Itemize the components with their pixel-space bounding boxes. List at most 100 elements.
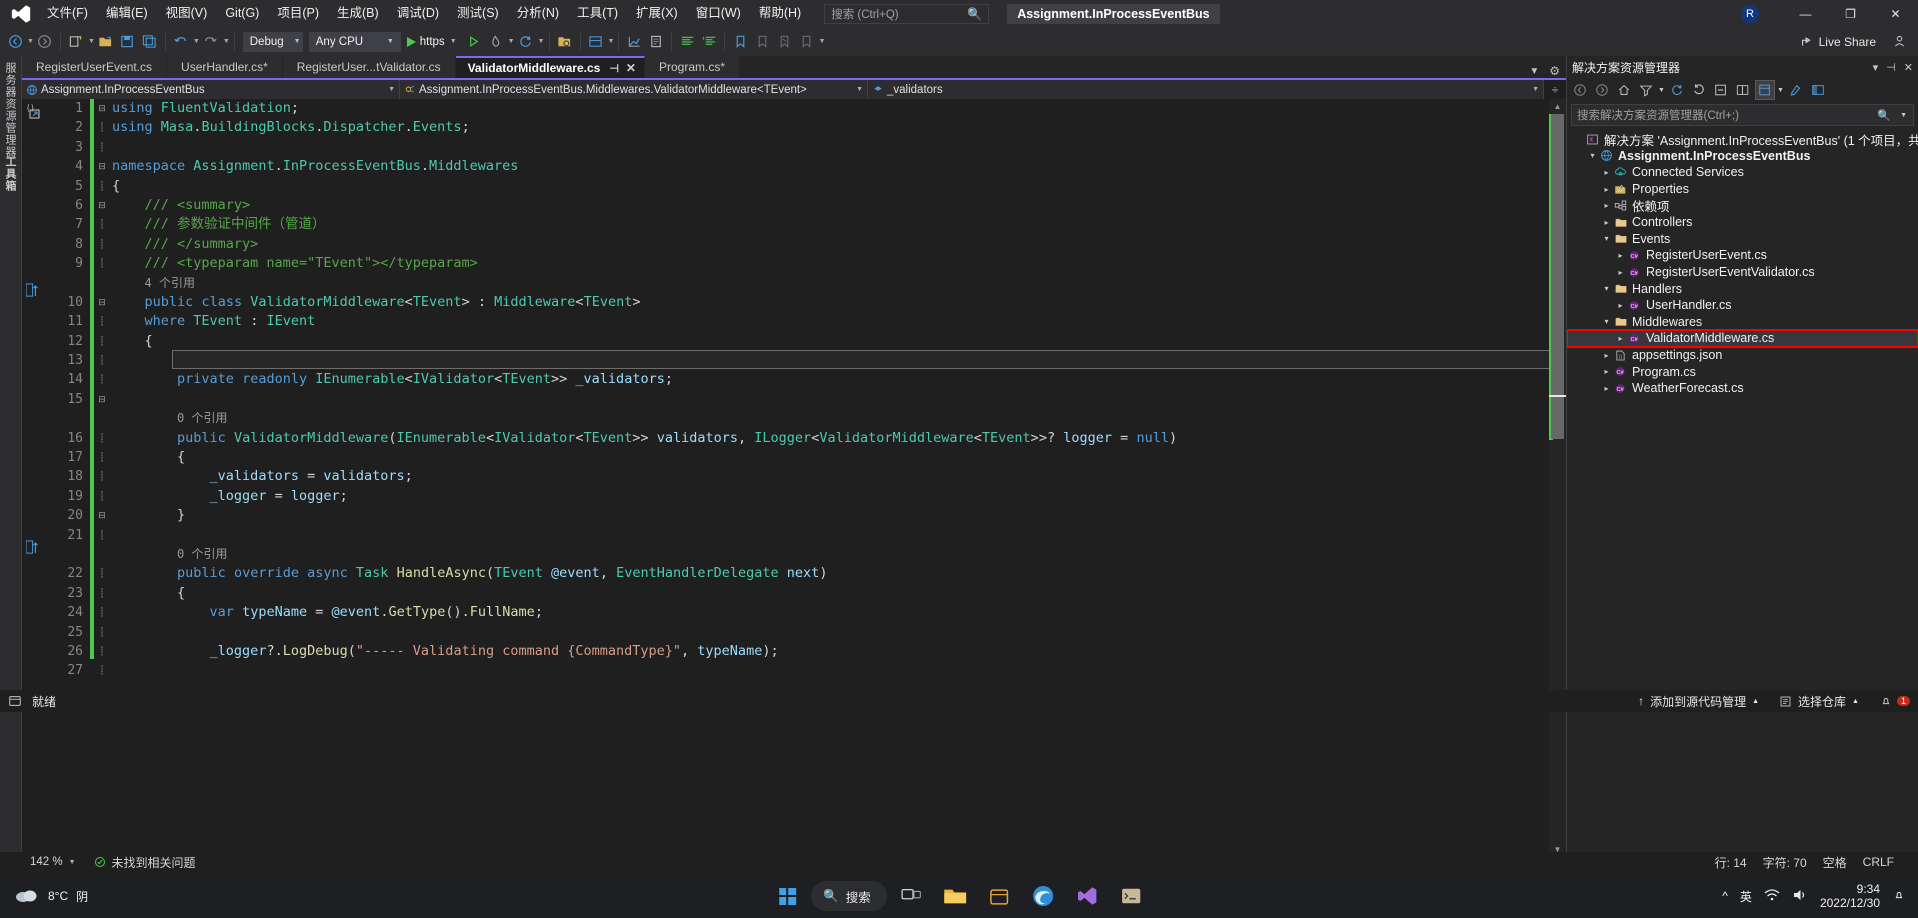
notifications-status[interactable]: 1 xyxy=(1879,694,1910,708)
tree-item[interactable]: ▸ C# WeatherForecast.cs xyxy=(1567,380,1918,397)
object-browser-icon[interactable] xyxy=(623,30,645,54)
tree-item[interactable]: ▸ C# RegisterUserEvent.cs xyxy=(1567,247,1918,264)
menu-analyze[interactable]: 分析(N) xyxy=(508,0,568,27)
fold-marker[interactable] xyxy=(94,545,110,564)
ime-indicator[interactable]: 英 xyxy=(1740,888,1752,905)
tree-expander-icon[interactable]: ▸ xyxy=(1601,384,1612,393)
fold-marker[interactable]: ⊟ xyxy=(94,293,110,312)
editor-tab-register-user-validator[interactable]: RegisterUser...tValidator.cs xyxy=(282,56,456,78)
select-repository-button[interactable]: 选择仓库 ▲ xyxy=(1779,693,1859,710)
live-share-users-icon[interactable] xyxy=(1888,30,1910,54)
hot-reload-caret-icon[interactable]: ▼ xyxy=(508,38,515,45)
menu-debug[interactable]: 调试(D) xyxy=(388,0,448,27)
editor-tab-program[interactable]: Program.cs* xyxy=(644,56,740,78)
tree-item[interactable]: 解决方案 'Assignment.InProcessEventBus' (1 个… xyxy=(1567,131,1918,148)
previous-bookmark-icon[interactable] xyxy=(751,30,773,54)
navigate-forward-icon[interactable] xyxy=(34,30,56,54)
fold-marker[interactable]: ⊟ xyxy=(94,390,110,409)
document-settings-gear-icon[interactable]: ⚙ xyxy=(1549,64,1560,78)
tree-expander-icon[interactable]: ▸ xyxy=(1615,334,1626,343)
notification-center-icon[interactable] xyxy=(1892,888,1906,905)
editor-tab-register-user-event[interactable]: RegisterUserEvent.cs xyxy=(22,56,168,78)
fold-marker[interactable]: ┊ xyxy=(94,564,110,583)
tree-item[interactable]: ▾ Events xyxy=(1567,231,1918,248)
tree-item[interactable]: ▸ C# UserHandler.cs xyxy=(1567,297,1918,314)
fold-marker[interactable]: ┊ xyxy=(94,312,110,331)
undo-icon[interactable] xyxy=(170,30,192,54)
fold-marker[interactable]: ┊ xyxy=(94,215,110,234)
live-share-button[interactable]: Live Share xyxy=(1794,31,1882,53)
account-avatar[interactable]: R xyxy=(1741,4,1759,23)
refresh-icon[interactable] xyxy=(1689,80,1709,100)
new-project-icon[interactable] xyxy=(65,30,87,54)
redo-caret-icon[interactable]: ▼ xyxy=(223,38,230,45)
properties-icon-se[interactable] xyxy=(1786,80,1806,100)
network-icon[interactable] xyxy=(1764,888,1780,905)
tree-item[interactable]: ▸ C# Program.cs xyxy=(1567,363,1918,380)
navigate-forward-icon-se[interactable] xyxy=(1592,80,1612,100)
code-editor-surface[interactable]: { } 1 2 3 4 5 6 7 8 9 10 11 12 13 14 15 16 17 18 19 20 21 22 2… xyxy=(22,99,1566,857)
tree-expander-icon[interactable]: ▾ xyxy=(1601,284,1612,293)
fold-marker[interactable]: ⊟ xyxy=(94,157,110,176)
taskbar-clock[interactable]: 9:34 2022/12/30 xyxy=(1820,882,1880,910)
panel-close-icon[interactable]: ✕ xyxy=(1904,61,1913,74)
taskbar-weather-widget[interactable]: 8°C 阴 xyxy=(0,886,200,907)
undo-caret-icon[interactable]: ▼ xyxy=(193,38,200,45)
build-platform-combo[interactable]: Any CPU ▼ xyxy=(308,31,401,52)
close-tab-icon[interactable]: ✕ xyxy=(626,61,636,75)
fold-marker[interactable]: ┊ xyxy=(94,118,110,137)
tree-expander-icon[interactable]: ▸ xyxy=(1601,201,1612,210)
tree-expander-icon[interactable]: ▸ xyxy=(1615,301,1626,310)
tree-item[interactable]: ▾ Handlers xyxy=(1567,280,1918,297)
fold-marker[interactable]: ┊ xyxy=(94,235,110,254)
fold-marker[interactable]: ┊ xyxy=(94,603,110,622)
tree-item[interactable]: ▸ C# RegisterUserEventValidator.cs xyxy=(1567,264,1918,281)
save-icon[interactable] xyxy=(117,30,139,54)
home-icon[interactable] xyxy=(1614,80,1634,100)
taskbar-search-box[interactable]: 🔍 搜索 xyxy=(811,881,887,911)
toolbar-overflow-icon[interactable]: ▼ xyxy=(818,38,825,45)
collapse-all-outlining-icon[interactable]: { } xyxy=(27,103,43,124)
tree-item[interactable]: ▾ Assignment.InProcessEventBus xyxy=(1567,148,1918,165)
fold-marker[interactable]: ┊ xyxy=(94,448,110,467)
tree-item-selected[interactable]: ▸ C# ValidatorMiddleware.cs xyxy=(1567,329,1918,348)
menu-test[interactable]: 测试(S) xyxy=(448,0,508,27)
store-button[interactable] xyxy=(979,876,1019,916)
quick-search-input[interactable]: 搜索 (Ctrl+Q) 🔍 xyxy=(824,3,990,24)
pin-tab-icon[interactable]: ⊣ xyxy=(609,62,619,75)
view-caret-icon[interactable]: ▼ xyxy=(1777,87,1784,94)
fold-marker[interactable]: ┊ xyxy=(94,332,110,351)
terminal-button[interactable] xyxy=(1111,876,1151,916)
fold-marker[interactable]: ┊ xyxy=(94,429,110,448)
panel-dropdown-icon[interactable]: ▾ xyxy=(1873,61,1879,74)
fold-marker[interactable]: ┊ xyxy=(94,623,110,642)
scrollbar-thumb[interactable] xyxy=(1551,114,1564,439)
show-all-files-icon-se[interactable] xyxy=(1733,80,1753,100)
menu-extensions[interactable]: 扩展(X) xyxy=(627,0,687,27)
toolbox-tab[interactable]: 工具箱 xyxy=(2,156,18,192)
fold-marker[interactable]: ┊ xyxy=(94,351,110,370)
open-file-icon[interactable] xyxy=(95,30,117,54)
minimize-button[interactable]: — xyxy=(1783,0,1828,27)
search-caret-icon[interactable]: ▼ xyxy=(1900,112,1907,119)
tree-item[interactable]: ▾ Middlewares xyxy=(1567,314,1918,331)
fold-marker[interactable]: ┊ xyxy=(94,254,110,273)
visual-studio-taskbar-button[interactable] xyxy=(1067,876,1107,916)
maximize-button[interactable]: ❐ xyxy=(1828,0,1873,27)
tree-item[interactable]: ▸ Properties xyxy=(1567,181,1918,198)
pending-changes-filter-icon[interactable] xyxy=(1636,80,1656,100)
class-view-icon[interactable] xyxy=(645,30,667,54)
view-solution-explorer-icon[interactable] xyxy=(1754,80,1775,100)
task-view-button[interactable] xyxy=(891,876,931,916)
navbar-type-combo[interactable]: Assignment.InProcessEventBus.Middlewares… xyxy=(400,80,868,99)
navigate-back-icon[interactable] xyxy=(4,30,26,54)
hot-reload-icon[interactable] xyxy=(485,30,507,54)
file-explorer-button[interactable] xyxy=(935,876,975,916)
fold-marker[interactable]: ┊ xyxy=(94,138,110,157)
next-bookmark-icon[interactable] xyxy=(773,30,795,54)
restart-caret-icon[interactable]: ▼ xyxy=(538,38,545,45)
fold-marker[interactable]: ┊ xyxy=(94,526,110,545)
panel-pin-icon[interactable]: ⊣ xyxy=(1886,61,1896,74)
tree-expander-icon[interactable]: ▸ xyxy=(1601,351,1612,360)
save-all-icon[interactable] xyxy=(139,30,161,54)
